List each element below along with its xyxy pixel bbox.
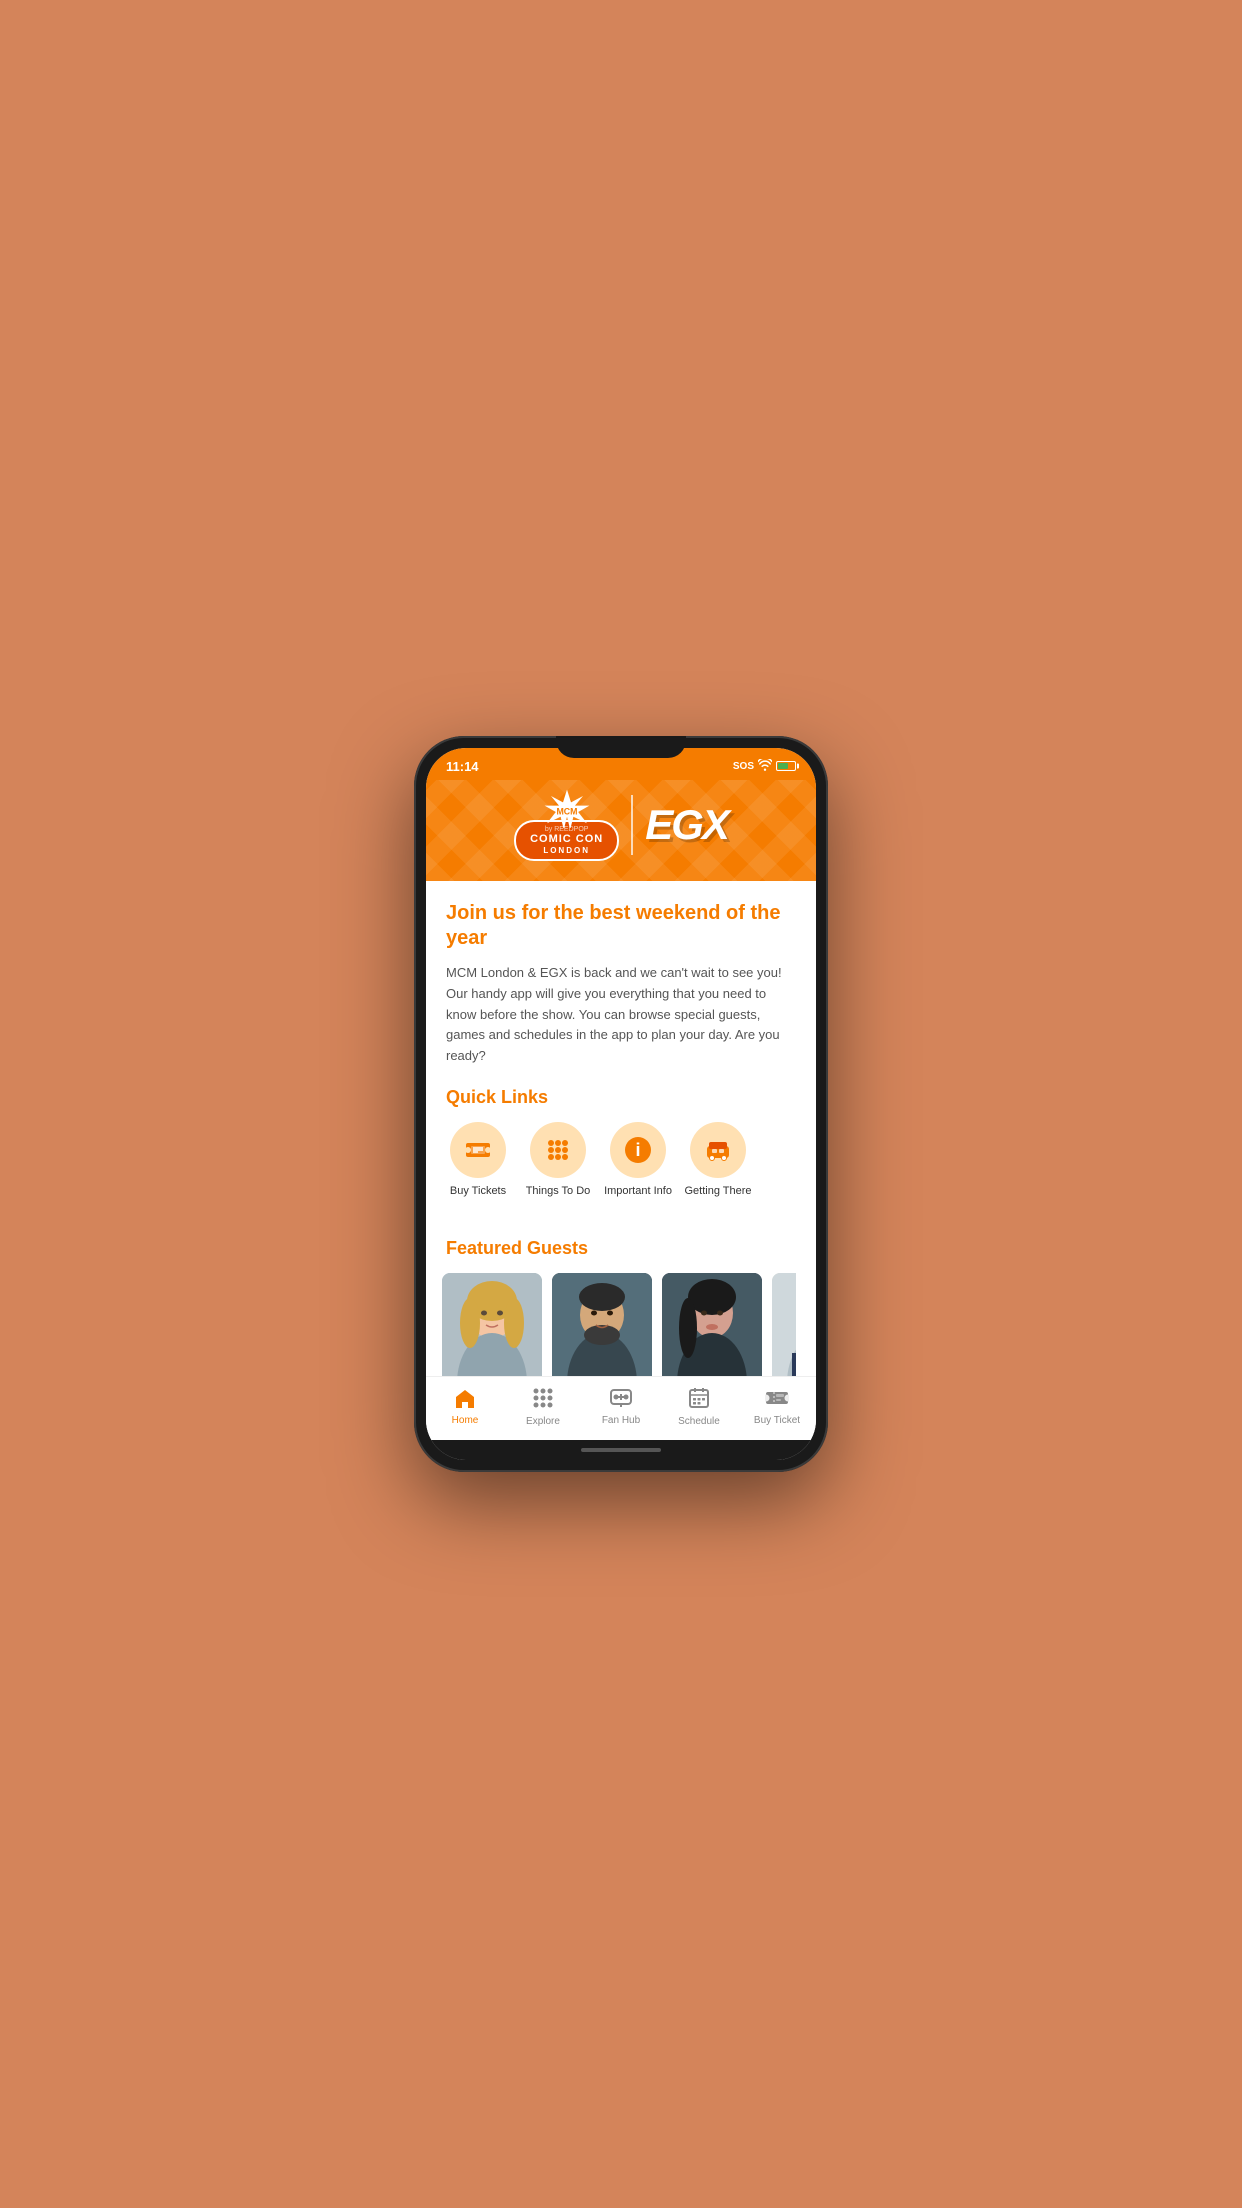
guest-card-b[interactable]: B... xyxy=(772,1273,796,1376)
buy-ticket-icon xyxy=(765,1388,789,1412)
quick-link-buy-tickets[interactable]: Buy Tickets xyxy=(442,1122,514,1198)
guest-photo-b xyxy=(772,1273,796,1376)
buy-tickets-label: Buy Tickets xyxy=(450,1184,506,1198)
important-info-label: Important Info xyxy=(604,1184,672,1198)
quick-link-getting-there[interactable]: Getting There xyxy=(682,1122,754,1198)
wifi-icon xyxy=(758,759,772,774)
nav-explore-label: Explore xyxy=(526,1416,560,1427)
things-to-do-icon xyxy=(530,1122,586,1178)
nav-home-label: Home xyxy=(452,1415,479,1426)
main-headline: Join us for the best weekend of the year xyxy=(446,901,796,951)
battery-icon xyxy=(776,761,796,771)
important-info-icon: i xyxy=(610,1122,666,1178)
egx-logo: EGX xyxy=(645,801,728,849)
mcm-logo: MCM by REEDPOP COMIC CON LONDON xyxy=(514,788,619,861)
featured-guests-section: Featured Guests xyxy=(426,1238,816,1376)
nav-schedule-label: Schedule xyxy=(678,1416,720,1427)
status-sos: SOS xyxy=(733,761,754,772)
nav-schedule[interactable]: Schedule xyxy=(671,1387,727,1427)
bottom-nav: Home Explore xyxy=(426,1376,816,1440)
header-logo: MCM by REEDPOP COMIC CON LONDON EGX xyxy=(514,788,728,861)
phone-notch xyxy=(556,736,686,758)
nav-fan-hub-label: Fan Hub xyxy=(602,1415,640,1426)
things-to-do-label: Things To Do xyxy=(526,1184,591,1198)
battery-fill xyxy=(778,763,788,769)
guest-card-alex[interactable]: Alex Brightman xyxy=(552,1273,652,1376)
nav-explore[interactable]: Explore xyxy=(515,1387,571,1427)
fan-hub-icon xyxy=(609,1388,633,1412)
app-header: MCM by REEDPOP COMIC CON LONDON EGX xyxy=(426,780,816,881)
nav-fan-hub[interactable]: Fan Hub xyxy=(593,1388,649,1426)
svg-text:MCM: MCM xyxy=(556,807,577,817)
london-text: LONDON xyxy=(530,846,603,855)
home-bar xyxy=(581,1448,661,1452)
nav-buy-ticket-label: Buy Ticket xyxy=(754,1415,800,1426)
explore-icon xyxy=(532,1387,554,1413)
home-icon xyxy=(454,1388,476,1412)
quick-links-title: Quick Links xyxy=(446,1087,796,1108)
getting-there-label: Getting There xyxy=(684,1184,751,1198)
guest-card-aly[interactable]: Aly Michalka xyxy=(662,1273,762,1376)
quick-links-row: Buy Tickets xyxy=(442,1122,796,1202)
buy-tickets-icon xyxy=(450,1122,506,1178)
guest-photo-alex xyxy=(552,1273,652,1376)
quick-link-things-to-do[interactable]: Things To Do xyxy=(522,1122,594,1198)
main-content-scroll[interactable]: Join us for the best weekend of the year… xyxy=(426,881,816,1376)
status-icons: SOS xyxy=(733,759,796,774)
guest-photo-aj xyxy=(442,1273,542,1376)
getting-there-icon xyxy=(690,1122,746,1178)
featured-guests-title: Featured Guests xyxy=(446,1238,796,1259)
status-time: 11:14 xyxy=(446,759,479,774)
nav-home[interactable]: Home xyxy=(437,1388,493,1426)
schedule-icon xyxy=(688,1387,710,1413)
guests-row: AJ Michalka xyxy=(442,1273,796,1376)
mcm-burst-icon: MCM xyxy=(542,788,592,828)
comic-con-text: COMIC CON xyxy=(530,834,603,845)
main-description: MCM London & EGX is back and we can't wa… xyxy=(446,963,796,1067)
phone-screen: 11:14 SOS xyxy=(426,748,816,1460)
svg-text:i: i xyxy=(635,1140,640,1160)
guest-photo-aly xyxy=(662,1273,762,1376)
main-content-section: Join us for the best weekend of the year… xyxy=(426,881,816,1238)
guest-card-aj[interactable]: AJ Michalka xyxy=(442,1273,542,1376)
phone-frame: 11:14 SOS xyxy=(414,736,828,1472)
home-indicator xyxy=(426,1440,816,1460)
quick-link-important-info[interactable]: i Important Info xyxy=(602,1122,674,1198)
nav-buy-ticket[interactable]: Buy Ticket xyxy=(749,1388,805,1426)
header-divider xyxy=(631,795,633,855)
